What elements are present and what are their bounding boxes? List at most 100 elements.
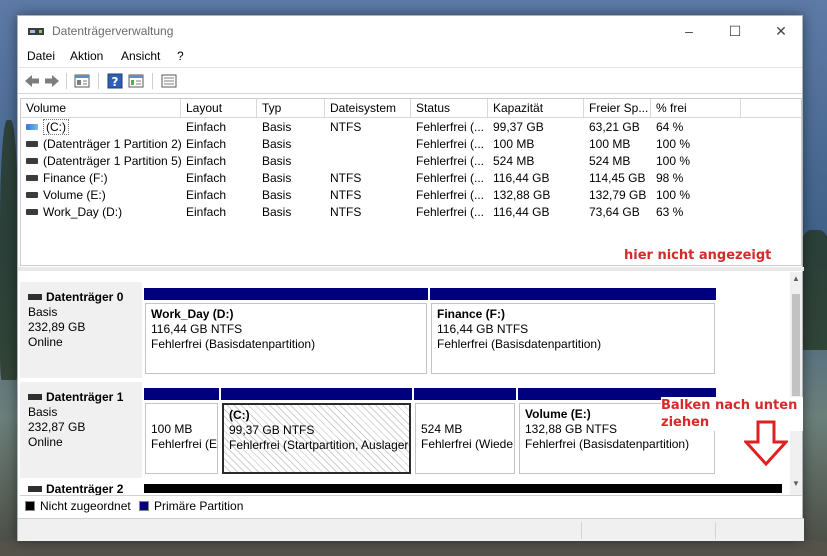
layout-cell: Einfach	[186, 120, 227, 134]
layout-cell: Einfach	[186, 154, 227, 168]
menu-bar: Datei Aktion Ansicht ?	[18, 46, 802, 67]
volume-icon	[26, 191, 38, 198]
scroll-down-icon[interactable]: ▼	[790, 477, 802, 491]
column-freier-speicher[interactable]: Freier Sp...	[584, 99, 651, 118]
column-volume[interactable]: Volume	[21, 99, 181, 118]
table-row[interactable]: Finance (F:) Einfach Basis NTFS Fehlerfr…	[21, 170, 801, 187]
maximize-icon[interactable]: ☐	[712, 16, 758, 46]
kapazitaet-cell: 524 MB	[493, 154, 535, 168]
menu-help[interactable]: ?	[177, 49, 184, 63]
table-row[interactable]: (Datenträger 1 Partition 5) Einfach Basi…	[21, 153, 801, 170]
toolbar-separator	[98, 73, 99, 89]
dateisystem-cell: NTFS	[330, 188, 362, 202]
disk-type: Basis	[28, 305, 58, 319]
legend-primary-partition: Primäre Partition	[154, 499, 244, 513]
scrollbar-thumb[interactable]	[792, 294, 800, 396]
partition-body-selected: (C:) 99,37 GB NTFS Fehlerfrei (Startpart…	[222, 403, 411, 474]
layout-cell: Einfach	[186, 137, 227, 151]
volume-icon	[26, 208, 38, 215]
table-row[interactable]: (C:) Einfach Basis NTFS Fehlerfrei (... …	[21, 119, 801, 136]
partition-work-day[interactable]: Work_Day (D:) 116,44 GB NTFS Fehlerfrei …	[144, 288, 428, 374]
minimize-icon[interactable]: –	[666, 16, 712, 46]
kapazitaet-cell: 116,44 GB	[493, 171, 550, 185]
column-status[interactable]: Status	[411, 99, 488, 118]
volume-name: (Datenträger 1 Partition 5)	[43, 154, 181, 168]
column-layout[interactable]: Layout	[181, 99, 257, 118]
column-typ[interactable]: Typ	[257, 99, 325, 118]
dateisystem-cell: NTFS	[330, 120, 362, 134]
dateisystem-cell: NTFS	[330, 205, 362, 219]
prozent-frei-cell: 63 %	[656, 205, 684, 219]
status-divider	[581, 522, 582, 539]
legend-unallocated: Nicht zugeordnet	[40, 499, 131, 513]
volume-icon	[26, 174, 38, 181]
dateisystem-cell	[325, 136, 411, 153]
forward-arrow-icon[interactable]	[43, 72, 61, 90]
partition-size: 116,44 GB NTFS	[437, 322, 529, 336]
partition-c[interactable]: (C:) 99,37 GB NTFS Fehlerfrei (Startpart…	[221, 388, 412, 474]
disk-management-window: Datenträgerverwaltung – ☐ ✕ Datei Aktion…	[17, 15, 804, 541]
properties-icon[interactable]	[73, 72, 91, 90]
table-row[interactable]: (Datenträger 1 Partition 2) Einfach Basi…	[21, 136, 801, 153]
disk-management-icon	[28, 28, 44, 35]
window-title: Datenträgerverwaltung	[52, 24, 174, 38]
close-icon[interactable]: ✕	[758, 16, 804, 46]
prozent-frei-cell: 100 %	[656, 137, 691, 151]
table-row[interactable]: Work_Day (D:) Einfach Basis NTFS Fehlerf…	[21, 204, 801, 221]
list-view-icon[interactable]	[160, 72, 178, 90]
disk-state: Online	[28, 335, 63, 349]
prozent-frei-cell: 98 %	[656, 171, 684, 185]
disk-partition-area: Work_Day (D:) 116,44 GB NTFS Fehlerfrei …	[144, 282, 722, 378]
status-bar	[18, 518, 804, 541]
primary-partition-bar	[144, 288, 428, 300]
partition-size: 524 MB	[421, 422, 463, 436]
layout-cell: Einfach	[186, 205, 227, 219]
partition-finance[interactable]: Finance (F:) 116,44 GB NTFS Fehlerfrei (…	[430, 288, 716, 374]
typ-cell: Basis	[262, 205, 292, 219]
prozent-frei-cell: 100 %	[656, 188, 691, 202]
disk-label[interactable]: Datenträger 1 Basis 232,87 GB Online	[20, 382, 142, 478]
partition-status: Fehlerfrei (Basisdatenpartition)	[437, 337, 602, 351]
partition-524mb[interactable]: 524 MB Fehlerfrei (Wiede	[414, 388, 516, 474]
unallocated-bar	[144, 484, 782, 493]
menu-datei[interactable]: Datei	[27, 49, 55, 63]
freier-speicher-cell: 132,79 GB	[589, 188, 647, 202]
disk-label[interactable]: Datenträger 2	[28, 482, 123, 495]
show-console-tree-icon[interactable]	[127, 72, 145, 90]
scroll-up-icon[interactable]: ▲	[790, 272, 802, 286]
status-divider	[715, 522, 716, 539]
kapazitaet-cell: 99,37 GB	[493, 120, 544, 134]
disk-row-partial: Datenträger 2	[20, 478, 790, 495]
column-prozent-frei[interactable]: % frei	[651, 99, 741, 118]
partition-size: 99,37 GB NTFS	[229, 423, 315, 437]
help-icon[interactable]: ?	[106, 72, 124, 90]
volume-list-header: Volume Layout Typ Dateisystem Status Kap…	[21, 99, 801, 118]
disk-type: Basis	[28, 405, 58, 419]
back-arrow-icon[interactable]	[23, 72, 41, 90]
partition-body: Work_Day (D:) 116,44 GB NTFS Fehlerfrei …	[145, 303, 427, 374]
table-row[interactable]: Volume (E:) Einfach Basis NTFS Fehlerfre…	[21, 187, 801, 204]
partition-body: 524 MB Fehlerfrei (Wiede	[415, 403, 515, 474]
column-dateisystem[interactable]: Dateisystem	[325, 99, 411, 118]
freier-speicher-cell: 100 MB	[589, 137, 631, 151]
partition-status: Fehlerfrei (Wiede	[421, 437, 514, 451]
partition-100mb[interactable]: 100 MB Fehlerfrei (E	[144, 388, 219, 474]
pane-splitter[interactable]	[18, 267, 804, 271]
title-bar[interactable]: Datenträgerverwaltung – ☐ ✕	[18, 16, 802, 46]
dateisystem-cell	[325, 153, 411, 170]
volume-cell: (Datenträger 1 Partition 5)	[21, 153, 181, 170]
disk-label[interactable]: Datenträger 0 Basis 232,89 GB Online	[20, 282, 142, 378]
volume-name: (Datenträger 1 Partition 2)	[43, 137, 181, 151]
menu-ansicht[interactable]: Ansicht	[121, 49, 160, 63]
primary-partition-swatch	[139, 501, 149, 511]
typ-cell: Basis	[262, 154, 292, 168]
typ-cell: Basis	[262, 137, 292, 151]
volume-icon	[26, 140, 38, 147]
column-kapazitaet[interactable]: Kapazität	[488, 99, 584, 118]
svg-text:?: ?	[112, 75, 119, 89]
menu-aktion[interactable]: Aktion	[70, 49, 103, 63]
volume-cell: Work_Day (D:)	[21, 204, 181, 221]
volume-cell: Finance (F:)	[21, 170, 181, 187]
primary-partition-bar	[414, 388, 516, 400]
vertical-scrollbar[interactable]: ▲ ▼	[790, 272, 802, 495]
